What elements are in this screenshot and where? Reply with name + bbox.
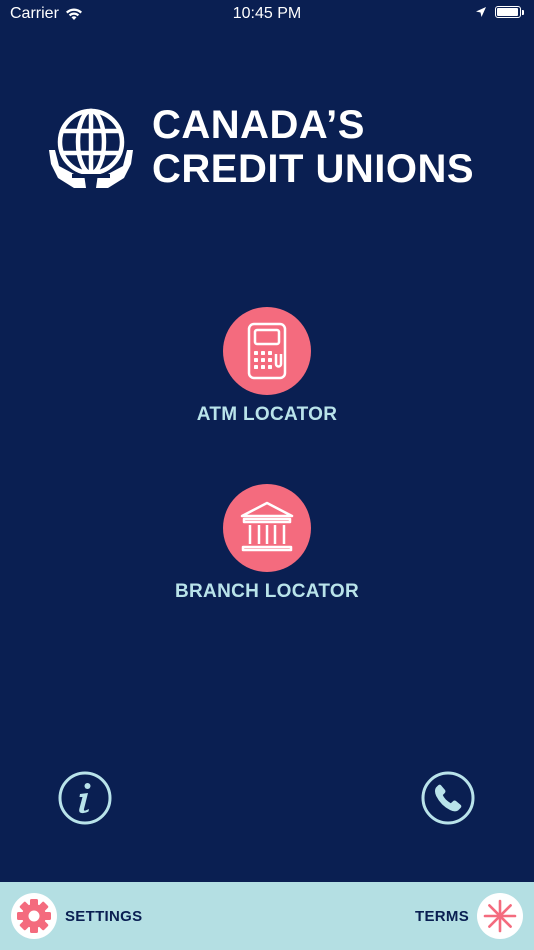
terms-button[interactable]: TERMS [415, 893, 523, 939]
terms-label[interactable]: TERMS [415, 908, 469, 925]
info-icon [58, 771, 112, 825]
status-time: 10:45 PM [232, 5, 302, 22]
battery-cap [522, 9, 524, 15]
info-button[interactable] [58, 771, 112, 825]
battery-icon [495, 6, 521, 18]
brand-line-2: CREDIT UNIONS [152, 147, 475, 191]
branch-locator-button[interactable]: BRANCH LOCATOR [0, 484, 534, 603]
asterisk-icon [483, 899, 517, 933]
atm-locator-label[interactable]: ATM LOCATOR [197, 404, 338, 426]
atm-locator-circle[interactable] [223, 307, 311, 395]
app-screen: Carrier 10:45 PM CANADA’S CREDIT UNIONS … [0, 0, 534, 950]
bottom-bar: SETTINGS TERMS [0, 882, 534, 950]
status-right [475, 6, 524, 18]
settings-button[interactable]: SETTINGS [11, 893, 142, 939]
gear-icon [17, 899, 51, 933]
brand-line-1: CANADA’S [152, 103, 365, 147]
atm-locator-button[interactable]: ATM LOCATOR [0, 307, 534, 426]
battery-fill [497, 8, 518, 16]
phone-button[interactable] [421, 771, 475, 825]
branch-locator-label[interactable]: BRANCH LOCATOR [175, 581, 359, 603]
brand-wordmark: CANADA’S CREDIT UNIONS [152, 103, 474, 191]
settings-label[interactable]: SETTINGS [65, 908, 142, 925]
phone-icon [421, 771, 475, 825]
bank-building-icon [240, 501, 294, 552]
terms-circle[interactable] [477, 893, 523, 939]
settings-circle[interactable] [11, 893, 57, 939]
status-bar: Carrier 10:45 PM [0, 0, 534, 28]
atm-icon [247, 322, 287, 380]
brand-logo: CANADA’S CREDIT UNIONS [46, 102, 474, 192]
location-arrow-icon [476, 7, 486, 17]
globe-hands-icon [49, 108, 133, 188]
branch-locator-circle[interactable] [223, 484, 311, 572]
